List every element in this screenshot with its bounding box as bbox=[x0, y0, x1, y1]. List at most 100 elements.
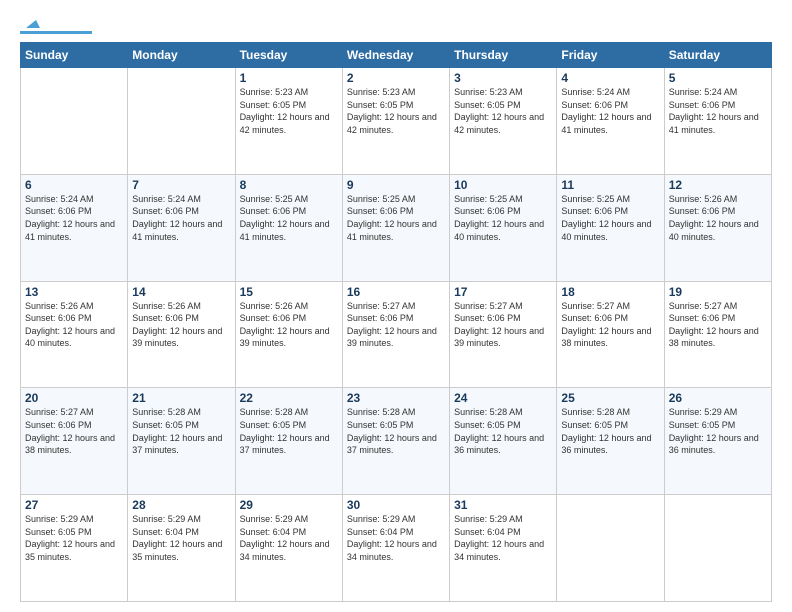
day-number: 4 bbox=[561, 71, 659, 85]
weekday-header: Tuesday bbox=[235, 43, 342, 68]
calendar-cell: 8Sunrise: 5:25 AM Sunset: 6:06 PM Daylig… bbox=[235, 174, 342, 281]
calendar-cell: 22Sunrise: 5:28 AM Sunset: 6:05 PM Dayli… bbox=[235, 388, 342, 495]
day-number: 3 bbox=[454, 71, 552, 85]
weekday-header: Wednesday bbox=[342, 43, 449, 68]
calendar-cell: 16Sunrise: 5:27 AM Sunset: 6:06 PM Dayli… bbox=[342, 281, 449, 388]
calendar-cell: 13Sunrise: 5:26 AM Sunset: 6:06 PM Dayli… bbox=[21, 281, 128, 388]
calendar-cell: 29Sunrise: 5:29 AM Sunset: 6:04 PM Dayli… bbox=[235, 495, 342, 602]
day-number: 20 bbox=[25, 391, 123, 405]
day-number: 5 bbox=[669, 71, 767, 85]
header bbox=[20, 16, 772, 34]
day-number: 23 bbox=[347, 391, 445, 405]
day-number: 8 bbox=[240, 178, 338, 192]
day-number: 21 bbox=[132, 391, 230, 405]
day-number: 26 bbox=[669, 391, 767, 405]
day-info: Sunrise: 5:26 AM Sunset: 6:06 PM Dayligh… bbox=[240, 300, 338, 350]
calendar-cell: 7Sunrise: 5:24 AM Sunset: 6:06 PM Daylig… bbox=[128, 174, 235, 281]
calendar-cell: 9Sunrise: 5:25 AM Sunset: 6:06 PM Daylig… bbox=[342, 174, 449, 281]
day-number: 6 bbox=[25, 178, 123, 192]
weekday-header: Friday bbox=[557, 43, 664, 68]
day-info: Sunrise: 5:23 AM Sunset: 6:05 PM Dayligh… bbox=[454, 86, 552, 136]
calendar-week-row: 6 Sunrise: 5:24 AM Sunset: 6:06 PM Daylig… bbox=[21, 174, 772, 281]
calendar-cell bbox=[128, 68, 235, 175]
calendar-cell: 6Sunrise: 5:24 AM Sunset: 6:06 PM Daylig… bbox=[21, 174, 128, 281]
day-info: Sunrise: 5:29 AM Sunset: 6:04 PM Dayligh… bbox=[132, 513, 230, 563]
calendar-cell bbox=[664, 495, 771, 602]
calendar-cell: 20Sunrise: 5:27 AM Sunset: 6:06 PM Dayli… bbox=[21, 388, 128, 495]
day-info: Sunrise: 5:29 AM Sunset: 6:05 PM Dayligh… bbox=[25, 513, 123, 563]
day-number: 19 bbox=[669, 285, 767, 299]
day-number: 13 bbox=[25, 285, 123, 299]
day-info: Sunrise: 5:27 AM Sunset: 6:06 PM Dayligh… bbox=[669, 300, 767, 350]
day-info: Sunrise: 5:26 AM Sunset: 6:06 PM Dayligh… bbox=[132, 300, 230, 350]
calendar-cell: 11Sunrise: 5:25 AM Sunset: 6:06 PM Dayli… bbox=[557, 174, 664, 281]
day-number: 28 bbox=[132, 498, 230, 512]
day-info: Sunrise: 5:24 AM Sunset: 6:06 PM Dayligh… bbox=[669, 86, 767, 136]
calendar-cell: 25Sunrise: 5:28 AM Sunset: 6:05 PM Dayli… bbox=[557, 388, 664, 495]
day-number: 16 bbox=[347, 285, 445, 299]
calendar-cell bbox=[557, 495, 664, 602]
calendar-cell: 19Sunrise: 5:27 AM Sunset: 6:06 PM Dayli… bbox=[664, 281, 771, 388]
day-info: Sunrise: 5:25 AM Sunset: 6:06 PM Dayligh… bbox=[240, 193, 338, 243]
day-number: 29 bbox=[240, 498, 338, 512]
day-info: Sunrise: 5:27 AM Sunset: 6:06 PM Dayligh… bbox=[454, 300, 552, 350]
calendar-cell: 15Sunrise: 5:26 AM Sunset: 6:06 PM Dayli… bbox=[235, 281, 342, 388]
day-info: Sunrise: 5:29 AM Sunset: 6:04 PM Dayligh… bbox=[347, 513, 445, 563]
calendar-cell: 31Sunrise: 5:29 AM Sunset: 6:04 PM Dayli… bbox=[450, 495, 557, 602]
day-info: Sunrise: 5:23 AM Sunset: 6:05 PM Dayligh… bbox=[240, 86, 338, 136]
calendar-cell: 5Sunrise: 5:24 AM Sunset: 6:06 PM Daylig… bbox=[664, 68, 771, 175]
day-info: Sunrise: 5:28 AM Sunset: 6:05 PM Dayligh… bbox=[240, 406, 338, 456]
calendar-cell: 26Sunrise: 5:29 AM Sunset: 6:05 PM Dayli… bbox=[664, 388, 771, 495]
day-number: 12 bbox=[669, 178, 767, 192]
calendar-cell: 21Sunrise: 5:28 AM Sunset: 6:05 PM Dayli… bbox=[128, 388, 235, 495]
calendar-week-row: 1Sunrise: 5:23 AM Sunset: 6:05 PM Daylig… bbox=[21, 68, 772, 175]
logo bbox=[20, 16, 92, 34]
calendar-cell: 30Sunrise: 5:29 AM Sunset: 6:04 PM Dayli… bbox=[342, 495, 449, 602]
weekday-header: Thursday bbox=[450, 43, 557, 68]
day-info: Sunrise: 5:25 AM Sunset: 6:06 PM Dayligh… bbox=[454, 193, 552, 243]
day-number: 10 bbox=[454, 178, 552, 192]
day-number: 30 bbox=[347, 498, 445, 512]
day-info: Sunrise: 5:24 AM Sunset: 6:06 PM Dayligh… bbox=[132, 193, 230, 243]
day-info: Sunrise: 5:28 AM Sunset: 6:05 PM Dayligh… bbox=[454, 406, 552, 456]
day-number: 1 bbox=[240, 71, 338, 85]
day-number: 11 bbox=[561, 178, 659, 192]
calendar-week-row: 20Sunrise: 5:27 AM Sunset: 6:06 PM Dayli… bbox=[21, 388, 772, 495]
page: SundayMondayTuesdayWednesdayThursdayFrid… bbox=[0, 0, 792, 612]
day-info: Sunrise: 5:26 AM Sunset: 6:06 PM Dayligh… bbox=[669, 193, 767, 243]
day-number: 31 bbox=[454, 498, 552, 512]
day-number: 7 bbox=[132, 178, 230, 192]
day-info: Sunrise: 5:26 AM Sunset: 6:06 PM Dayligh… bbox=[25, 300, 123, 350]
calendar-week-row: 13Sunrise: 5:26 AM Sunset: 6:06 PM Dayli… bbox=[21, 281, 772, 388]
day-info: Sunrise: 5:25 AM Sunset: 6:06 PM Dayligh… bbox=[347, 193, 445, 243]
calendar-table: SundayMondayTuesdayWednesdayThursdayFrid… bbox=[20, 42, 772, 602]
day-info: Sunrise: 5:27 AM Sunset: 6:06 PM Dayligh… bbox=[561, 300, 659, 350]
calendar-cell: 1Sunrise: 5:23 AM Sunset: 6:05 PM Daylig… bbox=[235, 68, 342, 175]
weekday-header: Saturday bbox=[664, 43, 771, 68]
calendar-cell: 4Sunrise: 5:24 AM Sunset: 6:06 PM Daylig… bbox=[557, 68, 664, 175]
day-number: 27 bbox=[25, 498, 123, 512]
day-number: 18 bbox=[561, 285, 659, 299]
calendar-week-row: 27Sunrise: 5:29 AM Sunset: 6:05 PM Dayli… bbox=[21, 495, 772, 602]
day-info: Sunrise: 5:27 AM Sunset: 6:06 PM Dayligh… bbox=[25, 406, 123, 456]
calendar-cell: 2Sunrise: 5:23 AM Sunset: 6:05 PM Daylig… bbox=[342, 68, 449, 175]
logo-underline bbox=[20, 31, 92, 34]
calendar-cell: 12Sunrise: 5:26 AM Sunset: 6:06 PM Dayli… bbox=[664, 174, 771, 281]
calendar-cell: 18Sunrise: 5:27 AM Sunset: 6:06 PM Dayli… bbox=[557, 281, 664, 388]
calendar-cell: 28Sunrise: 5:29 AM Sunset: 6:04 PM Dayli… bbox=[128, 495, 235, 602]
day-number: 2 bbox=[347, 71, 445, 85]
weekday-header: Monday bbox=[128, 43, 235, 68]
calendar-cell: 14Sunrise: 5:26 AM Sunset: 6:06 PM Dayli… bbox=[128, 281, 235, 388]
calendar-header-row: SundayMondayTuesdayWednesdayThursdayFrid… bbox=[21, 43, 772, 68]
logo-icon bbox=[22, 12, 40, 30]
day-info: Sunrise: 5:28 AM Sunset: 6:05 PM Dayligh… bbox=[347, 406, 445, 456]
day-number: 9 bbox=[347, 178, 445, 192]
day-number: 24 bbox=[454, 391, 552, 405]
calendar-cell bbox=[21, 68, 128, 175]
day-info: Sunrise: 5:24 AM Sunset: 6:06 PM Dayligh… bbox=[561, 86, 659, 136]
day-info: Sunrise: 5:29 AM Sunset: 6:04 PM Dayligh… bbox=[240, 513, 338, 563]
day-info: Sunrise: 5:27 AM Sunset: 6:06 PM Dayligh… bbox=[347, 300, 445, 350]
day-info: Sunrise: 5:29 AM Sunset: 6:04 PM Dayligh… bbox=[454, 513, 552, 563]
calendar-cell: 10Sunrise: 5:25 AM Sunset: 6:06 PM Dayli… bbox=[450, 174, 557, 281]
day-number: 25 bbox=[561, 391, 659, 405]
